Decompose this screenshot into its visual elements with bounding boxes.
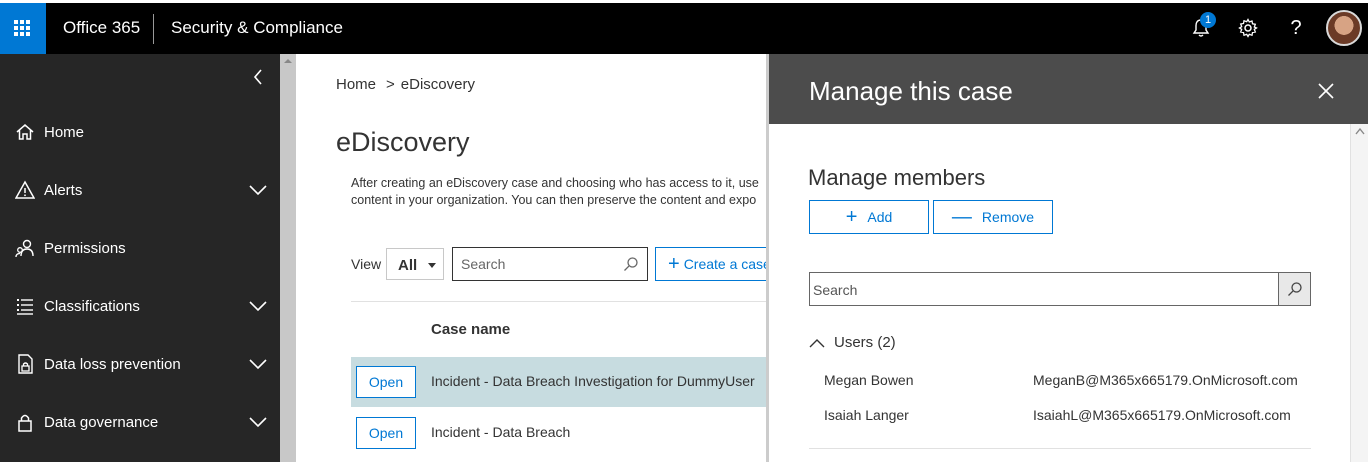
add-label: Add (867, 209, 893, 225)
breadcrumb: Home > eDiscovery (336, 76, 475, 93)
lock-document-icon (14, 353, 36, 375)
app-launcher-button[interactable] (0, 3, 46, 54)
open-case-button[interactable]: Open (356, 417, 416, 449)
page-title: eDiscovery (336, 127, 470, 157)
view-filter-value: All (398, 257, 418, 274)
scroll-up-arrow-icon[interactable] (1355, 127, 1365, 135)
plus-icon: + (668, 253, 680, 275)
sidebar-item-alerts[interactable]: Alerts (0, 170, 280, 210)
sidebar-item-label: Data governance (44, 413, 159, 431)
description-line: After creating an eDiscovery case and ch… (351, 176, 759, 190)
page-description: After creating an eDiscovery case and ch… (351, 175, 771, 209)
table-row[interactable]: Open Incident - Data Breach (351, 408, 771, 458)
sidebar-item-label: Classifications (44, 297, 140, 315)
manage-case-panel: Manage this case Manage members + Add — … (769, 54, 1368, 462)
open-case-button[interactable]: Open (356, 366, 416, 398)
left-nav: Home Alerts Permissions Classifications … (0, 54, 280, 462)
header-divider (153, 14, 154, 44)
plus-icon: + (845, 206, 858, 228)
sidebar-item-label: Permissions (44, 239, 126, 257)
chevron-down-icon (249, 359, 267, 370)
settings-button[interactable] (1235, 15, 1261, 41)
panel-title: Manage this case (809, 76, 1013, 106)
sidebar-item-permissions[interactable]: Permissions (0, 228, 280, 268)
view-label: View (351, 256, 382, 272)
search-icon (1287, 282, 1302, 296)
sidebar-item-label: Home (44, 123, 85, 141)
close-icon[interactable] (1317, 82, 1335, 100)
remove-member-button[interactable]: — Remove (933, 200, 1053, 234)
case-name-cell[interactable]: Incident - Data Breach Investigation for… (431, 373, 755, 389)
member-email: MeganB@M365x665179.OnMicrosoft.com (1033, 372, 1298, 388)
search-icon[interactable] (623, 256, 639, 272)
breadcrumb-separator: > (386, 76, 395, 93)
collapse-nav-chevron-icon[interactable] (251, 68, 265, 86)
chevron-down-icon (249, 185, 267, 196)
alert-icon (14, 179, 36, 201)
sidebar-item-data-governance[interactable]: Data governance (0, 402, 280, 442)
scroll-up-arrow-icon[interactable] (283, 56, 293, 66)
caret-down-icon (428, 263, 436, 268)
member-name: Isaiah Langer (824, 407, 909, 423)
list-divider (809, 448, 1311, 449)
member-name: Megan Bowen (824, 372, 914, 388)
add-member-button[interactable]: + Add (809, 200, 929, 234)
chevron-up-icon (809, 338, 825, 347)
table-divider (351, 301, 771, 302)
case-name-cell[interactable]: Incident - Data Breach (431, 424, 570, 440)
users-group-label: Users (2) (834, 334, 896, 351)
remove-label: Remove (981, 209, 1035, 225)
people-icon (14, 237, 36, 259)
minus-icon: — (951, 206, 972, 228)
description-line: content in your organization. You can th… (351, 193, 757, 207)
manage-members-heading: Manage members (808, 165, 986, 190)
view-filter-dropdown[interactable]: All (386, 248, 444, 280)
sidebar-item-label: Alerts (44, 181, 83, 199)
panel-header: Manage this case (769, 54, 1368, 124)
sidebar-item-classifications[interactable]: Classifications (0, 286, 280, 326)
nav-scrollbar[interactable] (280, 54, 296, 462)
top-bar: Office 365 Security & Compliance 1 ? (0, 0, 1368, 54)
chevron-down-icon (249, 301, 267, 312)
case-search-input[interactable] (461, 256, 611, 272)
breadcrumb-current: eDiscovery (400, 76, 475, 93)
user-avatar[interactable] (1326, 10, 1362, 46)
member-search-box[interactable] (809, 272, 1279, 306)
table-row[interactable]: Open Incident - Data Breach Investigatio… (351, 357, 771, 407)
waffle-icon (14, 20, 30, 36)
member-search-input[interactable] (813, 282, 1263, 298)
home-icon (14, 121, 36, 143)
case-search-box[interactable] (452, 247, 648, 281)
member-search-button[interactable] (1278, 272, 1311, 306)
gear-icon (1238, 18, 1258, 38)
sidebar-item-data-loss-prevention[interactable]: Data loss prevention (0, 344, 280, 384)
column-header-case-name[interactable]: Case name (431, 321, 510, 338)
sidebar-item-home[interactable]: Home (0, 112, 280, 152)
breadcrumb-home-link[interactable]: Home (336, 76, 376, 93)
create-case-label: Create a case (683, 256, 771, 272)
notification-count-badge: 1 (1200, 12, 1216, 28)
list-icon (14, 295, 36, 317)
help-button[interactable]: ? (1283, 15, 1309, 41)
lock-icon (14, 411, 36, 433)
suite-name[interactable]: Security & Compliance (171, 18, 343, 38)
app-name[interactable]: Office 365 (63, 18, 140, 38)
users-group-toggle[interactable]: Users (2) (809, 334, 896, 351)
member-email: IsaiahL@M365x665179.OnMicrosoft.com (1033, 407, 1291, 423)
sidebar-item-label: Data loss prevention (44, 355, 181, 373)
chevron-down-icon (249, 417, 267, 428)
panel-scrollbar[interactable] (1350, 124, 1368, 462)
